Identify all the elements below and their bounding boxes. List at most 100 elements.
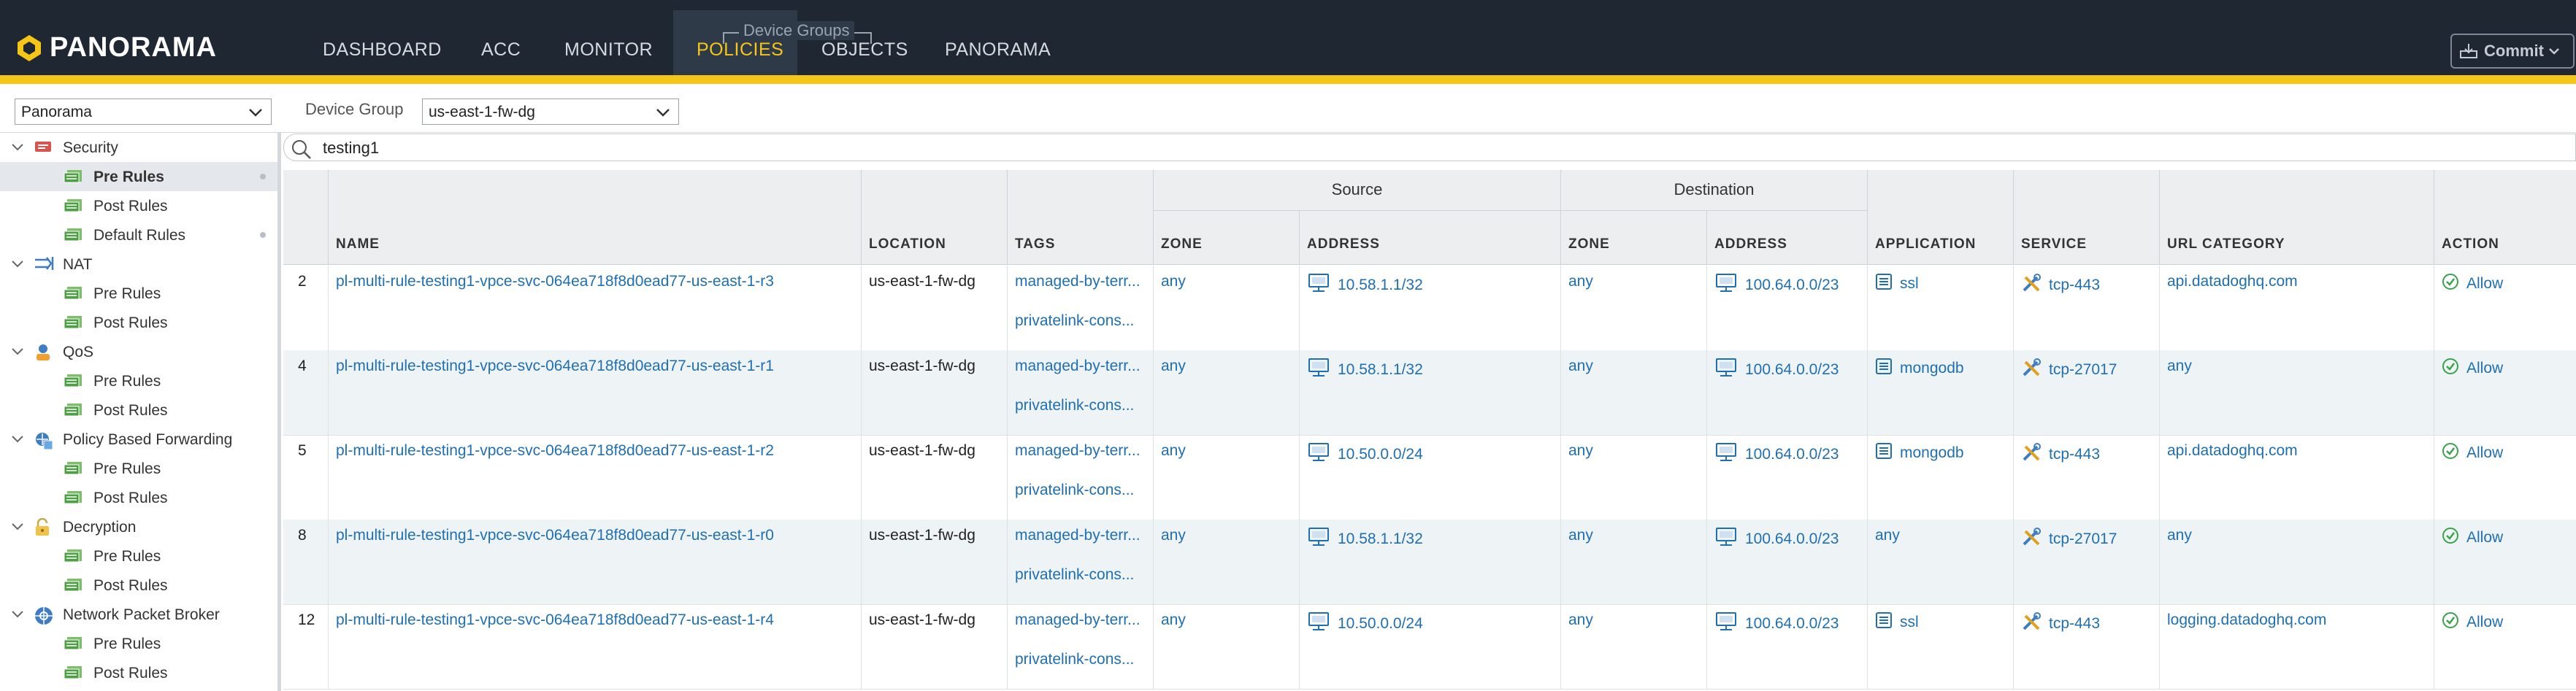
cell-name[interactable]: pl-multi-rule-testing1-vpce-svc-064ea718… <box>329 435 862 520</box>
sidebar-item-post-rules[interactable]: Post Rules <box>0 395 277 425</box>
address-value[interactable]: 100.64.0.0/23 <box>1745 277 1839 294</box>
cell-url-category[interactable]: api.datadoghq.com <box>2160 435 2434 520</box>
cell-service[interactable]: tcp-443 <box>2014 435 2160 520</box>
sidebar-item-post-rules[interactable]: Post Rules <box>0 571 277 600</box>
chevron-down-icon[interactable] <box>10 140 25 158</box>
cell-dst-zone[interactable]: any <box>1561 266 1707 350</box>
address-value[interactable]: 100.64.0.0/23 <box>1745 446 1839 463</box>
service-value[interactable]: tcp-443 <box>2049 277 2100 294</box>
cell-src-zone[interactable]: any <box>1154 266 1300 350</box>
sidebar-item-decryption[interactable]: Decryption <box>0 512 277 541</box>
header-action[interactable]: ACTION <box>2434 170 2576 265</box>
cell-src-zone[interactable]: any <box>1154 604 1300 689</box>
tab-panorama[interactable]: PANORAMA <box>945 39 1051 61</box>
cell-location[interactable]: us-east-1-fw-dg <box>862 520 1008 604</box>
cell-dst-zone[interactable]: any <box>1561 604 1707 689</box>
cell-tags[interactable]: managed-by-terr... privatelink-cons... <box>1008 604 1154 689</box>
rule-name-link[interactable]: pl-multi-rule-testing1-vpce-svc-064ea718… <box>336 611 774 629</box>
cell-application[interactable]: mongodb <box>1868 435 2014 520</box>
cell-application[interactable]: mongodb <box>1868 350 2014 435</box>
service-value[interactable]: tcp-27017 <box>2049 530 2117 548</box>
address-value[interactable]: 100.64.0.0/23 <box>1745 615 1839 633</box>
cell-src-address[interactable]: 10.50.0.0/24 <box>1300 435 1561 520</box>
header-tags[interactable]: TAGS <box>1008 170 1154 265</box>
commit-button[interactable]: Commit <box>2450 34 2575 69</box>
cell-action[interactable]: Allow <box>2434 266 2576 350</box>
cell-tags[interactable]: managed-by-terr... privatelink-cons... <box>1008 520 1154 604</box>
table-row[interactable]: 8 pl-multi-rule-testing1-vpce-svc-064ea71… <box>283 520 2576 605</box>
tag-link[interactable]: privatelink-cons... <box>1015 482 1134 499</box>
header-destination-zone[interactable]: ZONE <box>1561 211 1707 265</box>
tab-monitor[interactable]: MONITOR <box>564 39 653 61</box>
cell-action[interactable]: Allow <box>2434 435 2576 520</box>
header-destination-address[interactable]: ADDRESS <box>1707 211 1868 265</box>
header-source-address[interactable]: ADDRESS <box>1300 211 1561 265</box>
cell-url-category[interactable]: any <box>2160 520 2434 604</box>
sidebar-item-policy-based-forwarding[interactable]: Policy Based Forwarding <box>0 425 277 454</box>
chevron-down-icon[interactable] <box>10 520 25 537</box>
cell-src-zone[interactable]: any <box>1154 520 1300 604</box>
context-select[interactable]: Panorama <box>15 99 272 125</box>
tag-link[interactable]: privatelink-cons... <box>1015 651 1134 668</box>
cell-src-address[interactable]: 10.58.1.1/32 <box>1300 520 1561 604</box>
cell-action[interactable]: Allow <box>2434 350 2576 435</box>
table-row[interactable]: 2 pl-multi-rule-testing1-vpce-svc-064ea71… <box>283 266 2576 351</box>
address-value[interactable]: 10.58.1.1/32 <box>1338 530 1423 548</box>
header-service[interactable]: SERVICE <box>2014 170 2160 265</box>
service-value[interactable]: tcp-443 <box>2049 446 2100 463</box>
cell-location[interactable]: us-east-1-fw-dg <box>862 604 1008 689</box>
sidebar-item-pre-rules[interactable]: Pre Rules <box>0 629 277 658</box>
tag-link[interactable]: privatelink-cons... <box>1015 312 1134 330</box>
sidebar-item-pre-rules[interactable]: Pre Rules <box>0 366 277 395</box>
application-value[interactable]: ssl <box>1900 614 1919 631</box>
cell-name[interactable]: pl-multi-rule-testing1-vpce-svc-064ea718… <box>329 266 862 350</box>
sidebar-item-qos[interactable]: QoS <box>0 337 277 366</box>
cell-location[interactable]: us-east-1-fw-dg <box>862 266 1008 350</box>
cell-url-category[interactable]: api.datadoghq.com <box>2160 266 2434 350</box>
sidebar-item-post-rules[interactable]: Post Rules <box>0 191 277 220</box>
cell-action[interactable]: Allow <box>2434 520 2576 604</box>
cell-src-address[interactable]: 10.58.1.1/32 <box>1300 266 1561 350</box>
cell-num[interactable]: 2 <box>283 266 329 350</box>
cell-application[interactable]: ssl <box>1868 604 2014 689</box>
cell-num[interactable]: 8 <box>283 520 329 604</box>
cell-num[interactable]: 12 <box>283 604 329 689</box>
cell-dst-zone[interactable]: any <box>1561 435 1707 520</box>
sidebar-item-post-rules[interactable]: Post Rules <box>0 483 277 512</box>
tab-dashboard[interactable]: DASHBOARD <box>323 39 442 61</box>
address-value[interactable]: 10.58.1.1/32 <box>1338 361 1423 379</box>
sidebar-item-post-rules[interactable]: Post Rules <box>0 658 277 687</box>
tab-acc[interactable]: ACC <box>481 39 521 61</box>
device-group-select[interactable]: us-east-1-fw-dg <box>422 99 679 125</box>
cell-url-category[interactable]: logging.datadoghq.com <box>2160 604 2434 689</box>
cell-dst-zone[interactable]: any <box>1561 520 1707 604</box>
address-value[interactable]: 10.50.0.0/24 <box>1338 446 1423 463</box>
service-value[interactable]: tcp-27017 <box>2049 361 2117 379</box>
chevron-down-icon[interactable] <box>10 432 25 449</box>
chevron-down-icon[interactable] <box>10 607 25 625</box>
header-url-category[interactable]: URL CATEGORY <box>2160 170 2434 265</box>
chevron-down-icon[interactable] <box>10 257 25 274</box>
cell-name[interactable]: pl-multi-rule-testing1-vpce-svc-064ea718… <box>329 350 862 435</box>
application-value[interactable]: ssl <box>1900 275 1919 293</box>
table-row[interactable]: 4 pl-multi-rule-testing1-vpce-svc-064ea71… <box>283 350 2576 436</box>
sidebar-item-default-rules[interactable]: Default Rules <box>0 220 277 250</box>
address-value[interactable]: 10.58.1.1/32 <box>1338 277 1423 294</box>
tag-link[interactable]: privatelink-cons... <box>1015 566 1134 584</box>
sidebar-item-pre-rules[interactable]: Pre Rules <box>0 162 277 191</box>
cell-dst-address[interactable]: 100.64.0.0/23 <box>1707 266 1868 350</box>
sidebar-item-security[interactable]: Security <box>0 133 277 162</box>
rule-name-link[interactable]: pl-multi-rule-testing1-vpce-svc-064ea718… <box>336 442 774 460</box>
cell-name[interactable]: pl-multi-rule-testing1-vpce-svc-064ea718… <box>329 604 862 689</box>
application-value[interactable]: mongodb <box>1900 360 1964 377</box>
service-value[interactable]: tcp-443 <box>2049 615 2100 633</box>
cell-application[interactable]: ssl <box>1868 266 2014 350</box>
cell-location[interactable]: us-east-1-fw-dg <box>862 435 1008 520</box>
sidebar-item-pre-rules[interactable]: Pre Rules <box>0 541 277 571</box>
cell-application[interactable]: any <box>1868 520 2014 604</box>
sidebar-item-pre-rules[interactable]: Pre Rules <box>0 454 277 483</box>
cell-service[interactable]: tcp-27017 <box>2014 520 2160 604</box>
cell-service[interactable]: tcp-443 <box>2014 266 2160 350</box>
sidebar-item-pre-rules[interactable]: Pre Rules <box>0 279 277 308</box>
cell-service[interactable]: tcp-443 <box>2014 604 2160 689</box>
